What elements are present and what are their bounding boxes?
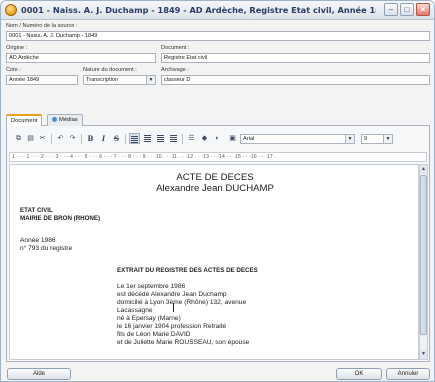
tab-bar: Document Médias: [6, 114, 430, 127]
chevron-down-icon[interactable]: ▼: [345, 135, 354, 143]
bullet-list-icon[interactable]: ☰: [186, 133, 197, 144]
redo-icon[interactable]: ↷: [67, 133, 78, 144]
doc-extrait-heading: EXTRAIT DU REGISTRE DES ACTES DE DECES: [117, 267, 258, 274]
maximize-button[interactable]: □: [400, 3, 414, 16]
align-right-icon[interactable]: [155, 133, 166, 144]
ruler[interactable]: 1 · · · 1 · · · 2 · · · 3 · · · 4 · · · …: [9, 152, 427, 162]
chevron-down-icon[interactable]: ▼: [146, 76, 155, 84]
cote-field[interactable]: Année 1849: [6, 75, 78, 85]
doc-title: ACTE DE DECES: [176, 172, 254, 183]
doc-body-line: domicilié à Lyon 3ème (Rhône) 132, avenu…: [117, 299, 247, 306]
media-icon: [52, 116, 57, 122]
align-center-icon[interactable]: [142, 133, 153, 144]
doc-annee: Année 1986: [20, 237, 56, 244]
doc-type-value: Transcription: [86, 77, 119, 83]
align-justify-icon[interactable]: [168, 133, 179, 144]
font-value: Arial: [243, 136, 255, 142]
font-select[interactable]: Arial ▼: [240, 134, 355, 144]
align-left-icon[interactable]: [129, 133, 140, 144]
strike-button[interactable]: S: [111, 133, 122, 144]
minimize-button[interactable]: –: [384, 3, 398, 16]
print-icon[interactable]: ▣: [227, 133, 238, 144]
doc-numero: n° 793 du registre: [20, 245, 73, 252]
close-button[interactable]: ×: [416, 3, 430, 16]
paste-icon[interactable]: ▤: [25, 133, 36, 144]
tab-medias-label: Médias: [59, 117, 78, 123]
copy-icon[interactable]: ⧉: [13, 133, 24, 144]
toolbar-separator: [125, 134, 126, 144]
doc-body-line: Lacassagne: [117, 307, 153, 314]
doc-body-line: Le 1er septembre 1986: [117, 283, 186, 290]
text-caret: [173, 303, 174, 312]
scroll-up-icon[interactable]: ▲: [420, 165, 427, 174]
doc-body-line: le 16 janvier 1904 profession Retraité: [117, 323, 227, 330]
chevron-down-icon[interactable]: ▼: [383, 135, 392, 143]
cote-label: Cote :: [6, 67, 21, 73]
archivage-field[interactable]: classeur D: [161, 75, 430, 85]
doc-etat-civil: ETAT CIVIL: [20, 207, 53, 214]
text-color-icon[interactable]: ◆: [199, 133, 210, 144]
doc-body-line: né à Epersay (Marne): [117, 315, 181, 322]
help-button[interactable]: Aide: [7, 368, 71, 380]
title-bar[interactable]: 0001 - Naiss. A. J. Duchamp - 1849 - AD …: [1, 1, 434, 20]
undo-icon[interactable]: ↶: [55, 133, 66, 144]
scroll-thumb[interactable]: [420, 175, 427, 335]
tab-medias[interactable]: Médias: [47, 114, 83, 126]
highlight-icon[interactable]: ◐: [212, 133, 223, 144]
doc-mairie: MAIRIE DE BRON (RHONE): [20, 215, 101, 222]
source-editor-window: 0001 - Naiss. A. J. Duchamp - 1849 - AD …: [0, 0, 435, 382]
cancel-button[interactable]: Annuler: [386, 368, 430, 380]
source-name-label: Nom / Numéro de la source :: [6, 23, 78, 29]
doc-subtitle: Alexandre Jean DUCHAMP: [156, 183, 274, 194]
doc-body-line: et de Juliette Marie ROUSSEAU, son épous…: [117, 339, 250, 346]
bold-button[interactable]: B: [85, 133, 96, 144]
formatting-toolbar: ⧉ ▤ ✂ ↶ ↷ B I S ☰ ◆ ◐ ▣ Arial ▼ 9 ▼: [9, 132, 427, 146]
doc-type-select[interactable]: Transcription ▼: [83, 75, 156, 85]
document-label: Document :: [161, 45, 190, 51]
ok-button[interactable]: OK: [336, 368, 382, 380]
origin-field[interactable]: AD Ardèche: [6, 53, 156, 63]
tab-document-label: Document: [11, 118, 38, 124]
archivage-label: Archivage :: [161, 67, 189, 73]
origin-label: Origine :: [6, 45, 28, 51]
document-editor[interactable]: ACTE DE DECES Alexandre Jean DUCHAMP ETA…: [9, 164, 419, 360]
font-size-value: 9: [364, 136, 368, 142]
source-name-field[interactable]: 0001 - Naiss. A. J. Duchamp - 1849: [6, 31, 430, 41]
vertical-scrollbar[interactable]: ▲ ▼: [419, 164, 428, 360]
app-icon: [5, 4, 17, 16]
doc-type-label: Nature du document :: [83, 67, 137, 73]
doc-body-line: fils de Léon Marie DAVID: [117, 331, 191, 338]
toolbar-separator: [51, 134, 52, 144]
cut-icon[interactable]: ✂: [37, 133, 48, 144]
toolbar-separator: [81, 134, 82, 144]
document-field[interactable]: Registre Etat civil: [161, 53, 430, 63]
window-title: 0001 - Naiss. A. J. Duchamp - 1849 - AD …: [21, 5, 376, 15]
font-size-select[interactable]: 9 ▼: [361, 134, 393, 144]
scroll-down-icon[interactable]: ▼: [420, 350, 427, 359]
toolbar-separator: [182, 134, 183, 144]
italic-button[interactable]: I: [98, 133, 109, 144]
doc-body-line: est décédé Alexandre Jean Duchamp: [117, 291, 227, 298]
